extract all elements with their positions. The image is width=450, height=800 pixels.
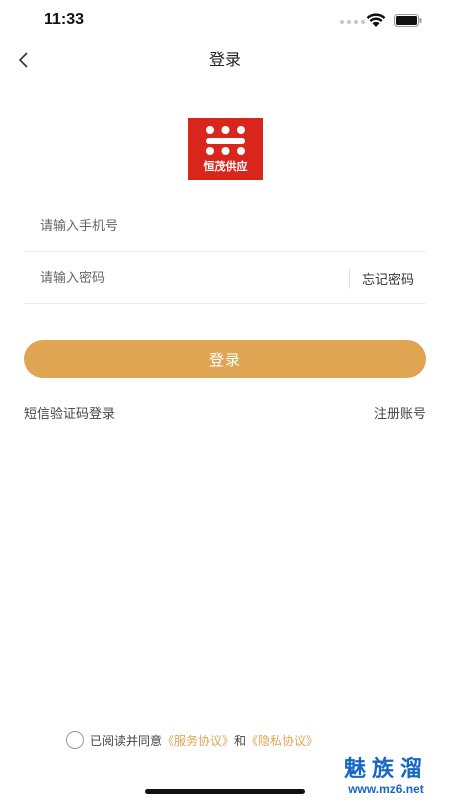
watermark-url: www.mz6.net bbox=[348, 782, 424, 796]
back-button[interactable] bbox=[12, 48, 34, 72]
register-link[interactable]: 注册账号 bbox=[374, 403, 426, 422]
agreement-row: 已阅读并同意 《服务协议》 和 《隐私协议》 bbox=[66, 730, 318, 750]
signal-icon bbox=[340, 20, 365, 24]
page-title: 登录 bbox=[208, 50, 241, 69]
status-bar: 11:33 bbox=[0, 0, 450, 44]
login-screen: 11:33 登录 恒茂供应 请输入手机号 忘记密码 登录 短信验证码登录 注册账… bbox=[0, 0, 450, 800]
forgot-password-link[interactable]: 忘记密码 bbox=[362, 269, 414, 288]
phone-field-row bbox=[24, 202, 426, 252]
service-agreement-link[interactable]: 《服务协议》 bbox=[162, 732, 234, 749]
chevron-left-icon bbox=[18, 52, 28, 68]
sub-links: 短信验证码登录 注册账号 bbox=[24, 403, 426, 423]
password-field-row: 忘记密码 bbox=[24, 254, 426, 304]
divider bbox=[348, 268, 350, 289]
wifi-icon bbox=[366, 13, 386, 27]
home-indicator[interactable] bbox=[145, 789, 305, 794]
password-input[interactable] bbox=[24, 254, 349, 303]
agreement-checkbox[interactable] bbox=[66, 731, 84, 749]
privacy-agreement-link[interactable]: 《隐私协议》 bbox=[246, 732, 318, 749]
app-logo: 恒茂供应 bbox=[188, 118, 263, 180]
status-time: 11:33 bbox=[44, 11, 85, 28]
login-button[interactable]: 登录 bbox=[24, 340, 426, 378]
battery-icon bbox=[394, 14, 422, 27]
phone-input[interactable] bbox=[24, 202, 426, 251]
watermark-name: 魅族溜 bbox=[343, 757, 428, 782]
agreement-and: 和 bbox=[234, 733, 247, 748]
sms-login-link[interactable]: 短信验证码登录 bbox=[24, 403, 115, 422]
watermark: 魅族溜 www.mz6.net bbox=[343, 757, 428, 797]
agreement-prefix: 已阅读并同意 bbox=[90, 733, 163, 748]
logo-text: 恒茂供应 bbox=[203, 160, 248, 173]
